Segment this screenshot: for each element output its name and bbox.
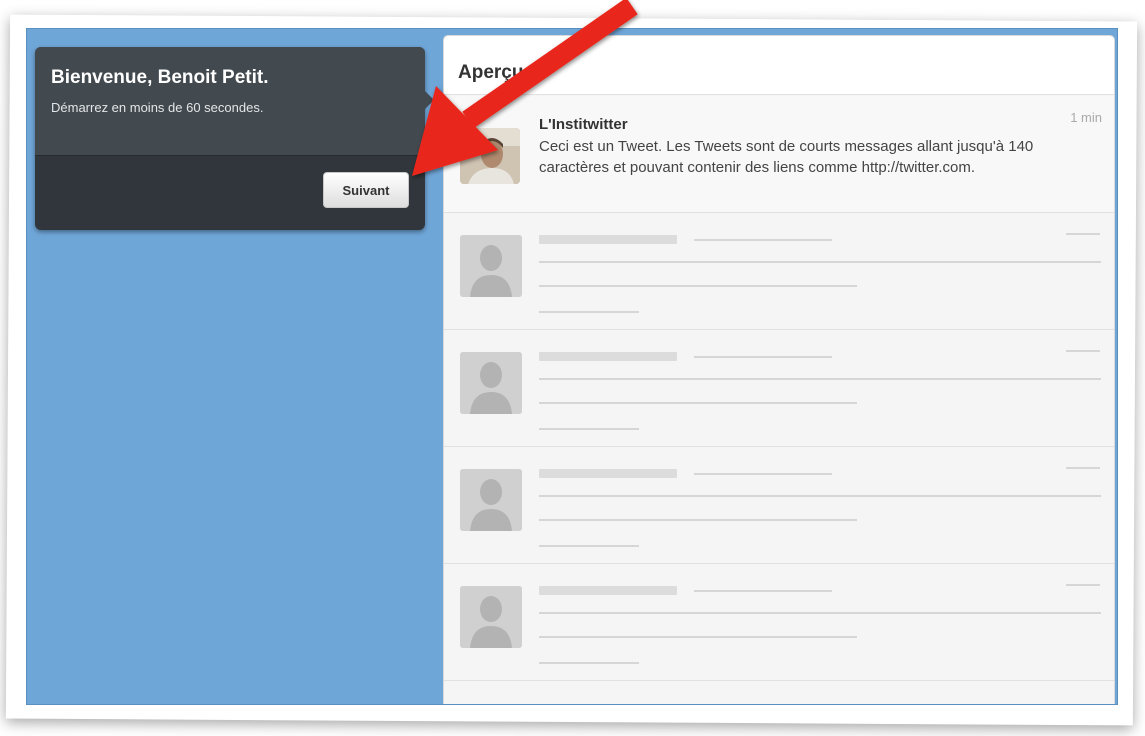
placeholder-time-line [1066,467,1100,469]
next-button[interactable]: Suivant [323,172,409,208]
preview-panel: Aperçu L'Institwitter 1 min Ceci est un … [443,35,1115,704]
placeholder-name-bar [539,469,677,478]
placeholder-name-bar [539,586,677,595]
welcome-bubble: Bienvenue, Benoit Petit. Démarrez en moi… [35,47,434,230]
placeholder-name-bar [539,352,677,361]
default-avatar-icon [460,586,522,648]
placeholder-time-line [1066,350,1100,352]
default-avatar-icon [460,235,522,297]
placeholder-text-line [539,311,639,313]
placeholder-handle-line [694,239,832,241]
tweet-text: Ceci est un Tweet. Les Tweets sont de co… [539,138,1034,176]
placeholder-handle-line [694,590,832,592]
placeholder-text-line [539,378,1101,380]
placeholder-text-line [539,495,1101,497]
placeholder-time-line [1066,233,1100,235]
preview-header: Aperçu [444,36,1114,95]
placeholder-name-bar [539,235,677,244]
placeholder-handle-line [694,356,832,358]
bubble-pointer [425,91,434,109]
welcome-subtitle: Démarrez en moins de 60 secondes. [51,100,264,115]
placeholder-text-line [539,285,857,287]
placeholder-time-line [1066,584,1100,586]
tweet-timestamp[interactable]: 1 min [1070,110,1102,125]
default-avatar-icon [460,469,522,531]
welcome-title: Bienvenue, Benoit Petit. [51,67,269,88]
placeholder-text-line [539,428,639,430]
placeholder-tweet [444,564,1114,681]
placeholder-tweet [444,330,1114,447]
placeholder-handle-line [694,473,832,475]
placeholder-text-line [539,636,857,638]
preview-title: Aperçu [458,62,524,83]
app-canvas: Bienvenue, Benoit Petit. Démarrez en moi… [26,28,1118,705]
placeholder-text-line [539,612,1101,614]
placeholder-text-line [539,402,857,404]
default-avatar-icon [460,352,522,414]
tweet-author[interactable]: L'Institwitter [539,116,628,133]
avatar[interactable] [460,128,520,184]
placeholder-text-line [539,662,639,664]
placeholder-tweet [444,213,1114,330]
placeholder-tweet [444,447,1114,564]
placeholder-text-line [539,519,857,521]
sample-tweet[interactable]: L'Institwitter 1 min Ceci est un Tweet. … [444,96,1114,213]
placeholder-text-line [539,261,1101,263]
welcome-bubble-header: Bienvenue, Benoit Petit. Démarrez en moi… [35,47,425,156]
placeholder-text-line [539,545,639,547]
